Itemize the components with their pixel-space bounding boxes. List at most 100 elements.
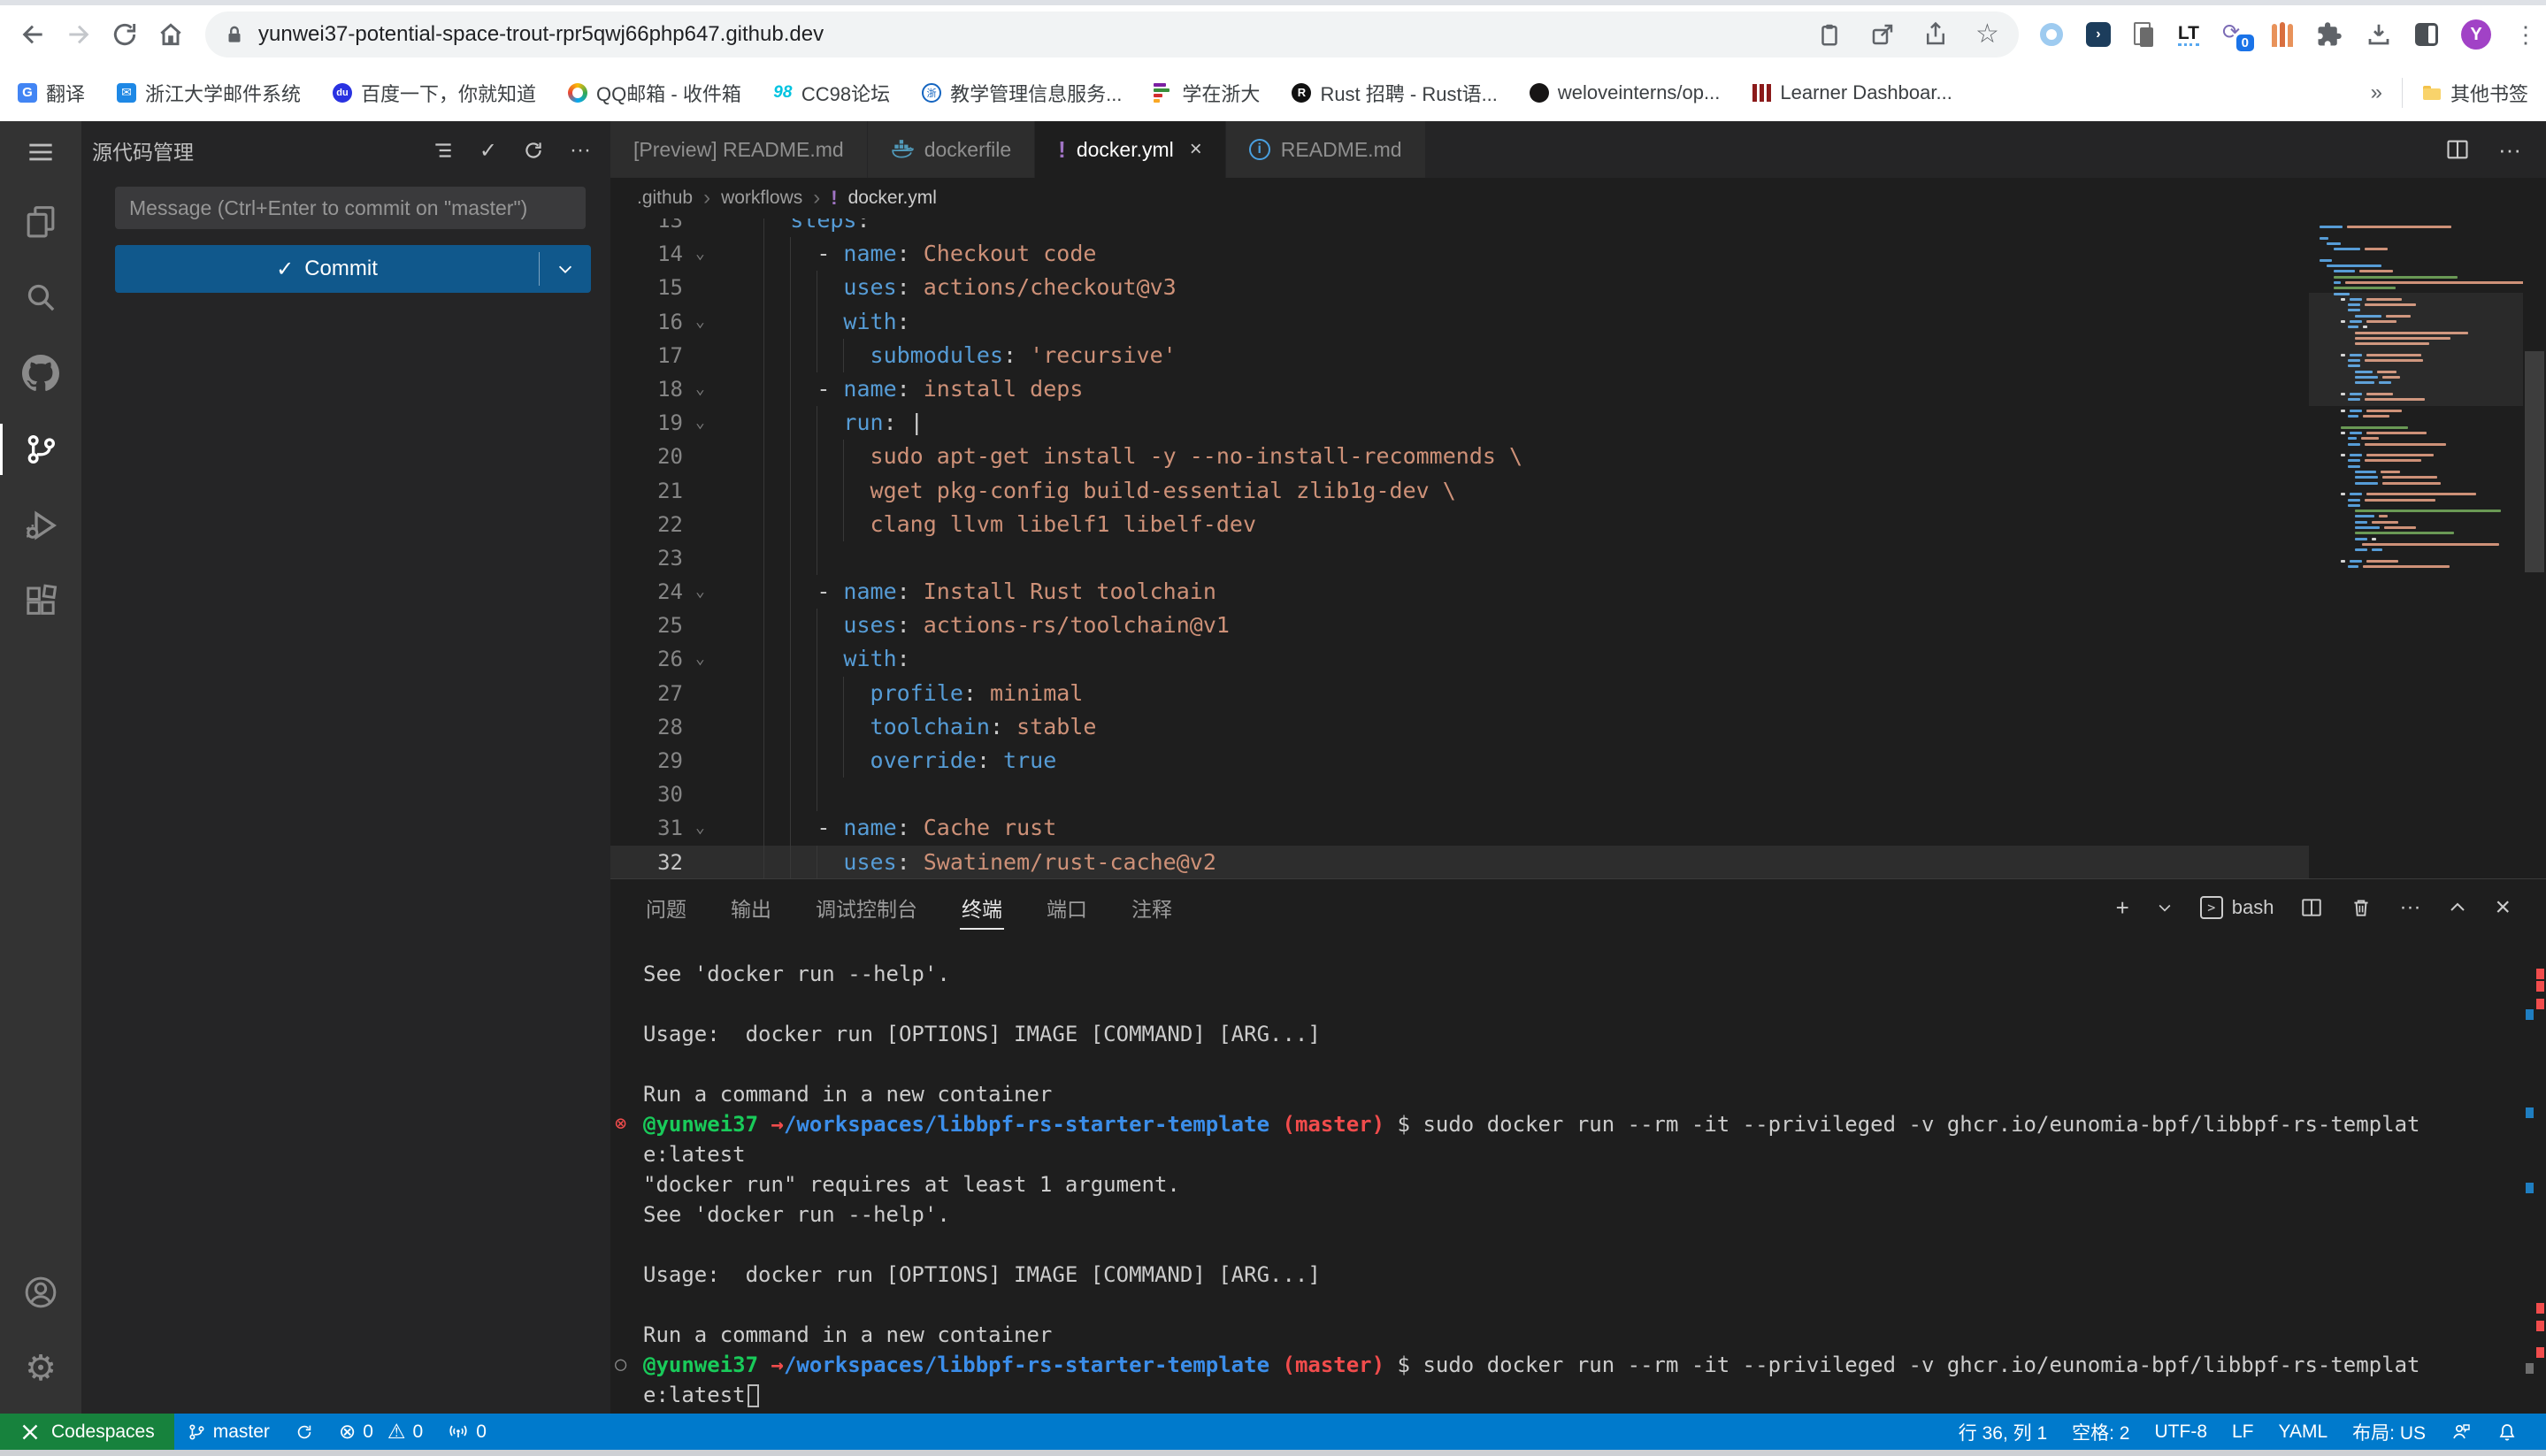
sync-indicator[interactable] [282, 1422, 326, 1442]
indentation[interactable]: 空格: 2 [2059, 1419, 2142, 1445]
commit-message-input[interactable] [115, 187, 586, 229]
keyboard-layout[interactable]: 布局: US [2340, 1419, 2438, 1445]
code-line[interactable]: 18⌄ - name: install deps [610, 372, 2309, 406]
fold-chevron-icon[interactable]: ⌄ [695, 372, 705, 406]
split-editor-icon[interactable] [2445, 137, 2470, 162]
code-line[interactable]: 20 sudo apt-get install -y --no-install-… [610, 440, 2309, 473]
fold-chevron-icon[interactable]: ⌄ [695, 237, 705, 271]
code-line[interactable]: 25 uses: actions-rs/toolchain@v1 [610, 609, 2309, 642]
maximize-panel-icon[interactable] [2447, 897, 2468, 918]
side-panel-icon[interactable] [2415, 23, 2438, 46]
bookmark-weloveinterns[interactable]: weloveinterns/op... [1530, 81, 1720, 104]
languagetool-extension-icon[interactable]: LT [2178, 24, 2199, 46]
menu-button[interactable] [0, 121, 81, 183]
breadcrumb-item-file[interactable]: docker.yml [848, 188, 937, 209]
open-in-new-icon[interactable] [1869, 21, 1896, 48]
code-line[interactable]: 32 uses: Swatinem/rust-cache@v2 [610, 846, 2309, 878]
bookmark-star-icon[interactable]: ☆ [1975, 21, 1999, 48]
code-line[interactable]: 28 toolchain: stable [610, 710, 2309, 744]
terminal-picker-chevron-icon[interactable] [2156, 899, 2174, 916]
terminal-instance-bash[interactable]: > bash [2200, 896, 2274, 919]
feedback-button[interactable] [2438, 1422, 2484, 1443]
code-line[interactable]: 24⌄ - name: Install Rust toolchain [610, 575, 2309, 609]
url-bar[interactable]: yunwei37-potential-space-trout-rpr5qwj66… [205, 11, 2019, 57]
profile-avatar[interactable]: Y [2461, 19, 2491, 50]
code-line[interactable]: 14⌄ - name: Checkout code [610, 237, 2309, 271]
share-icon[interactable] [1922, 21, 1949, 48]
bookmarks-overflow-chevron[interactable]: » [2371, 80, 2382, 105]
code-editor[interactable]: 13 steps:14⌄ - name: Checkout code15 use… [610, 218, 2546, 878]
eol-sequence[interactable]: LF [2220, 1422, 2266, 1443]
split-terminal-icon[interactable] [2300, 896, 2323, 919]
bookmark-baidu[interactable]: du百度一下，你就知道 [333, 79, 536, 107]
kill-terminal-trash-icon[interactable] [2350, 896, 2373, 919]
sidebar-item-source-control[interactable] [0, 411, 81, 487]
fold-chevron-icon[interactable]: ⌄ [695, 642, 705, 676]
fold-chevron-icon[interactable]: ⌄ [695, 575, 705, 609]
bookmark-xuezai-zheda[interactable]: 学在浙大 [1154, 79, 1260, 107]
panel-tab-problems[interactable]: 问题 [644, 878, 688, 937]
editor-scrollbar[interactable] [2523, 218, 2546, 878]
fold-chevron-icon[interactable]: ⌄ [695, 305, 705, 339]
panel-tab-debug-console[interactable]: 调试控制台 [814, 878, 919, 937]
blue-ring-extension-icon[interactable] [2040, 23, 2063, 46]
close-tab-icon[interactable]: × [1190, 137, 1202, 162]
more-actions-icon[interactable]: ··· [570, 138, 591, 163]
notifications-button[interactable] [2484, 1422, 2530, 1443]
tab-sync-extension-icon[interactable]: ⟳0 [2222, 19, 2249, 50]
breadcrumb-item[interactable]: .github [637, 188, 693, 209]
reload-button[interactable] [104, 14, 145, 55]
code-line[interactable]: 31⌄ - name: Cache rust [610, 811, 2309, 845]
sidebar-item-extensions[interactable] [0, 563, 81, 640]
bookmark-zju-portal[interactable]: 浙教学管理信息服务... [922, 79, 1122, 107]
bookmark-rust-jobs[interactable]: RRust 招聘 - Rust语... [1292, 79, 1497, 107]
code-line[interactable]: 23 [610, 541, 2309, 575]
reading-list-extension-icon[interactable] [2134, 22, 2155, 47]
bookmark-zju-mail[interactable]: ✉浙江大学邮件系统 [117, 79, 301, 107]
view-as-tree-icon[interactable] [432, 139, 455, 162]
sidebar-item-run-debug[interactable] [0, 487, 81, 563]
home-button[interactable] [150, 14, 191, 55]
refresh-icon[interactable] [522, 139, 545, 162]
sidebar-item-search[interactable] [0, 259, 81, 335]
tab-dockerfile[interactable]: dockerfile [868, 121, 1035, 178]
sidebar-item-explorer[interactable] [0, 183, 81, 259]
code-line[interactable]: 19⌄ run: | [610, 406, 2309, 440]
commit-button[interactable]: ✓Commit [115, 245, 591, 293]
browser-menu-icon[interactable]: ⋮ [2514, 29, 2527, 40]
code-line[interactable]: 21 wget pkg-config build-essential zlib1… [610, 474, 2309, 508]
code-line[interactable]: 30 [610, 778, 2309, 811]
code-line[interactable]: 29 override: true [610, 744, 2309, 778]
bookmark-qq-mail[interactable]: QQ邮箱 - 收件箱 [568, 79, 741, 107]
problems-indicator[interactable]: ⊗ 0 ⚠ 0 [326, 1420, 435, 1444]
minimap-slider[interactable] [2309, 293, 2523, 406]
tab-docker-yml[interactable]: ! docker.yml × [1035, 121, 1226, 178]
fold-chevron-icon[interactable]: ⌄ [695, 406, 705, 440]
panel-tab-comments[interactable]: 注释 [1130, 878, 1174, 937]
code-line[interactable]: 17 submodules: 'recursive' [610, 339, 2309, 372]
puzzle-extensions-icon[interactable] [2316, 21, 2343, 48]
breadcrumb-item[interactable]: workflows [721, 188, 802, 209]
download-icon[interactable] [2366, 21, 2392, 48]
remote-indicator-codespaces[interactable]: Codespaces [0, 1414, 174, 1450]
sidebar-item-github[interactable] [0, 335, 81, 411]
forward-button[interactable] [58, 14, 99, 55]
bookmark-cc98[interactable]: 98CC98论坛 [773, 79, 890, 107]
panel-tab-output[interactable]: 输出 [729, 878, 773, 937]
code-line[interactable]: 13 steps: [610, 218, 2309, 237]
fold-chevron-icon[interactable]: ⌄ [695, 811, 705, 845]
code-line[interactable]: 16⌄ with: [610, 305, 2309, 339]
tab-preview-readme[interactable]: [Preview] README.md [610, 121, 868, 178]
encoding[interactable]: UTF-8 [2143, 1422, 2220, 1443]
cursor-position[interactable]: 行 36, 列 1 [1946, 1419, 2059, 1445]
bookmark-learner-dashboard[interactable]: Learner Dashboar... [1752, 81, 1952, 104]
code-line[interactable]: 27 profile: minimal [610, 677, 2309, 710]
branch-indicator[interactable]: master [174, 1422, 282, 1443]
ports-indicator[interactable]: 0 [435, 1422, 499, 1443]
settings-button[interactable]: ⚙ [0, 1330, 81, 1406]
terminal-output[interactable]: See 'docker run --help'.Usage: docker ru… [610, 936, 2546, 1410]
other-bookmarks[interactable]: 其他书签 [2422, 79, 2528, 107]
bookmark-translate[interactable]: G翻译 [18, 79, 85, 107]
code-line[interactable]: 22 clang llvm libelf1 libelf-dev [610, 508, 2309, 541]
clipboard-icon[interactable] [1816, 21, 1843, 48]
